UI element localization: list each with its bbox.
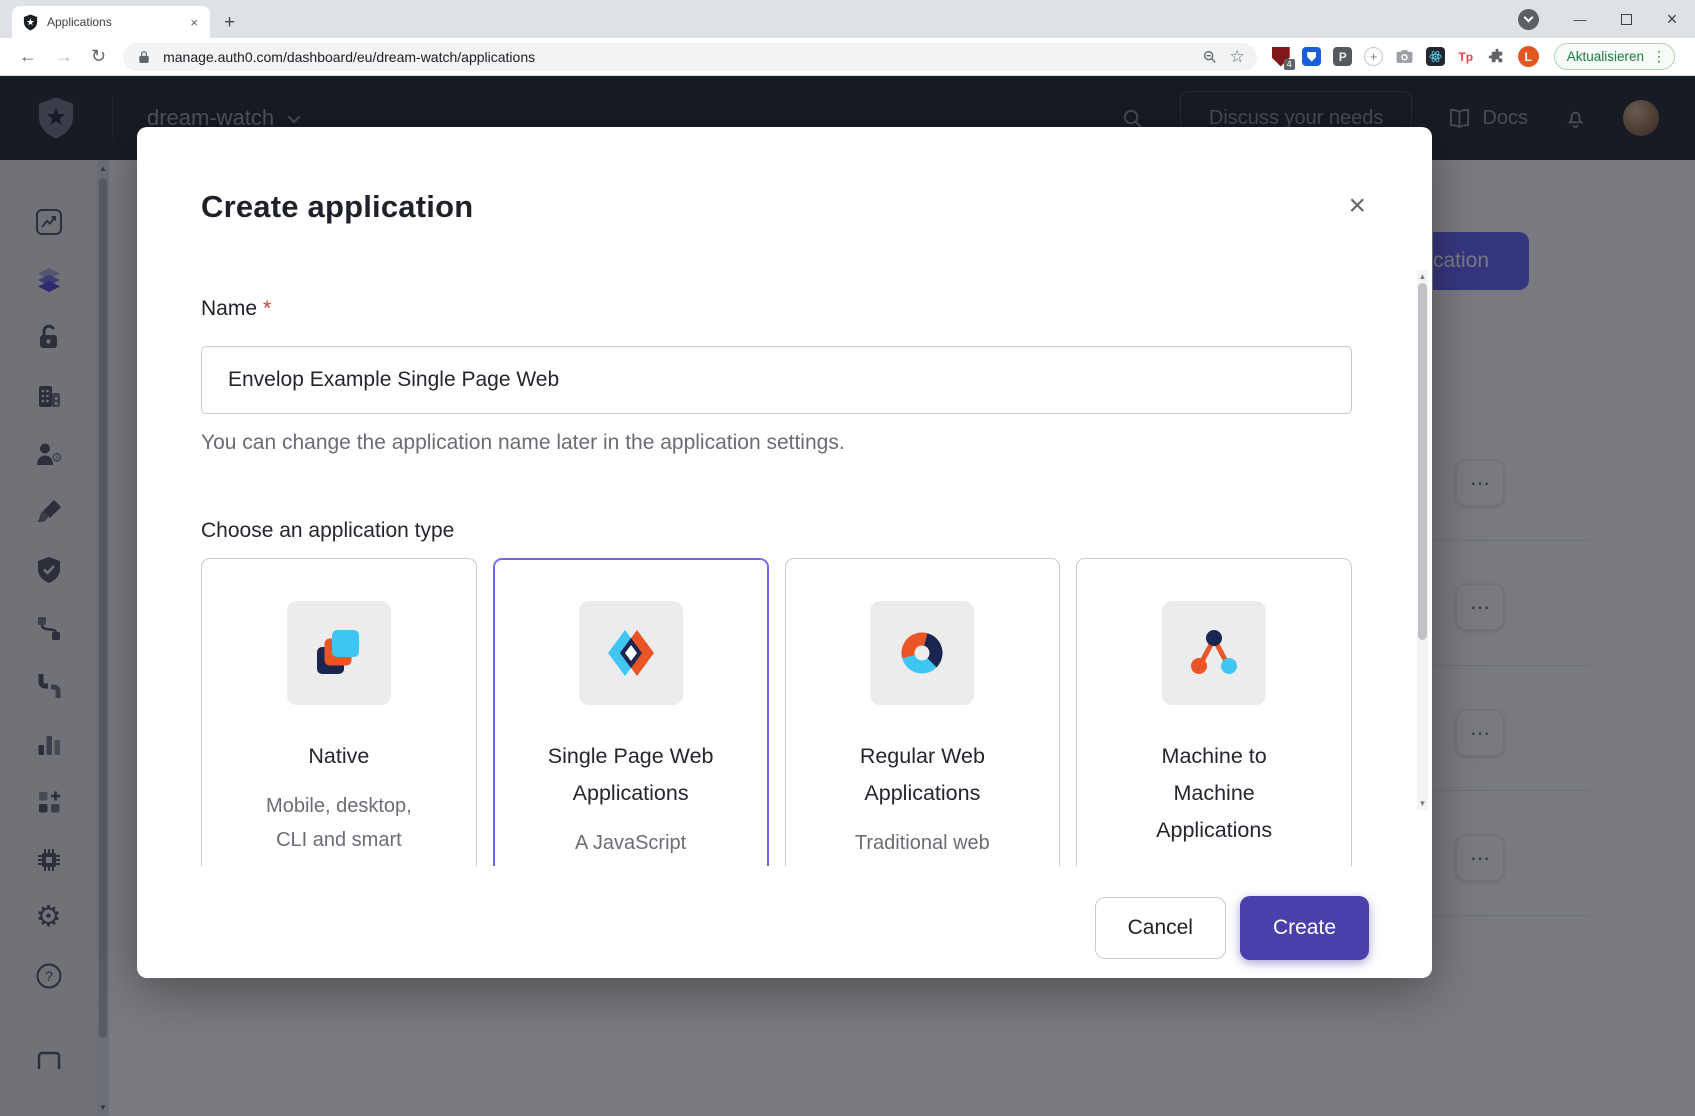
forward-button[interactable]: → [46, 44, 82, 69]
required-asterisk: * [263, 297, 271, 320]
app-type-description: A JavaScript [494, 826, 768, 860]
window-controls: — × [1518, 0, 1695, 38]
app-type-card-machine-to-machine[interactable]: Machine to Machine Applications [1076, 558, 1352, 866]
bookmark-star-icon[interactable]: ☆ [1229, 47, 1244, 67]
scrollbar-down-icon[interactable]: ▼ [1417, 799, 1428, 808]
app-type-title: Regular Web Applications [786, 738, 1060, 812]
zoom-icon[interactable] [1201, 48, 1219, 66]
app-type-card-native[interactable]: Native Mobile, desktop, CLI and smart [201, 558, 477, 866]
browser-profile-avatar[interactable]: L [1518, 46, 1539, 67]
cancel-button[interactable]: Cancel [1095, 897, 1226, 959]
app-type-description: Mobile, desktop, CLI and smart [202, 789, 476, 857]
modal-close-icon[interactable]: × [1348, 191, 1366, 221]
application-type-cards-viewport: Native Mobile, desktop, CLI and smart Si… [201, 558, 1352, 866]
app-type-card-single-page-web[interactable]: Single Page Web Applications A JavaScrip… [493, 558, 769, 866]
app-type-card-regular-web[interactable]: Regular Web Applications Traditional web [785, 558, 1061, 866]
modal-title: Create application [201, 189, 473, 225]
modal-scrollbar[interactable]: ▲ ▼ [1417, 270, 1428, 810]
application-type-section-label: Choose an application type [201, 519, 1368, 543]
modal-body: Name* You can change the application nam… [137, 277, 1416, 878]
scrollbar-up-icon[interactable]: ▲ [1417, 272, 1428, 281]
tab-strip: Applications × + — × [0, 0, 1695, 38]
p-extension-icon[interactable]: P [1333, 47, 1353, 67]
native-icon [287, 601, 391, 705]
close-window-button[interactable]: × [1649, 0, 1695, 38]
camera-extension-icon[interactable] [1395, 47, 1415, 67]
ublock-extension-icon[interactable]: 4 [1271, 47, 1291, 67]
update-label: Aktualisieren [1567, 49, 1644, 64]
bitwarden-extension-icon[interactable] [1302, 47, 1322, 67]
tab-search-icon[interactable] [1518, 9, 1539, 30]
modal-footer: Cancel Create [137, 878, 1432, 978]
address-bar[interactable]: manage.auth0.com/dashboard/eu/dream-watc… [123, 43, 1257, 71]
maximize-button[interactable] [1603, 0, 1649, 38]
new-tab-button[interactable]: + [210, 12, 247, 38]
minimize-button[interactable]: — [1557, 0, 1603, 38]
modal-scrollbar-thumb[interactable] [1418, 283, 1427, 640]
name-helper-text: You can change the application name late… [201, 431, 1368, 455]
application-name-input[interactable] [201, 346, 1352, 414]
app-type-description: Traditional web [786, 826, 1060, 860]
ublock-badge: 4 [1284, 59, 1295, 70]
url-text[interactable]: manage.auth0.com/dashboard/eu/dream-watc… [163, 49, 1191, 65]
crosshair-extension-icon[interactable]: + [1364, 47, 1384, 67]
tab-applications[interactable]: Applications × [12, 6, 210, 38]
create-application-modal: Create application × Name* You can chang… [137, 127, 1432, 978]
tampermonkey-extension-icon[interactable]: Tp [1456, 47, 1476, 67]
tab-close-icon[interactable]: × [186, 14, 202, 31]
single-page-app-icon [579, 601, 683, 705]
browser-window: Applications × + — × ← → ↻ manage.auth0.… [0, 0, 1695, 1116]
tab-title: Applications [47, 15, 178, 29]
app-type-title: Single Page Web Applications [494, 738, 768, 812]
machine-to-machine-icon [1162, 601, 1266, 705]
create-button[interactable]: Create [1240, 896, 1369, 960]
auth0-page: dream-watch Discuss your needs Docs [0, 76, 1695, 1116]
react-devtools-extension-icon[interactable] [1426, 47, 1445, 66]
regular-web-icon [870, 601, 974, 705]
back-button[interactable]: ← [10, 44, 46, 69]
extensions-row: 4 P + Tp L Aktualisieren ⋮ [1265, 43, 1685, 70]
reload-button[interactable]: ↻ [82, 44, 115, 69]
auth0-favicon-icon [22, 14, 39, 31]
lock-icon[interactable] [135, 48, 153, 66]
browser-toolbar: ← → ↻ manage.auth0.com/dashboard/eu/drea… [0, 38, 1695, 76]
app-type-title: Machine to Machine Applications [1077, 738, 1351, 849]
browser-menu-kebab-icon[interactable]: ⋮ [1650, 48, 1668, 65]
name-field-label: Name* [201, 297, 1368, 321]
browser-update-button[interactable]: Aktualisieren ⋮ [1554, 43, 1675, 70]
extensions-puzzle-icon[interactable] [1487, 47, 1507, 67]
app-type-title: Native [202, 738, 476, 775]
